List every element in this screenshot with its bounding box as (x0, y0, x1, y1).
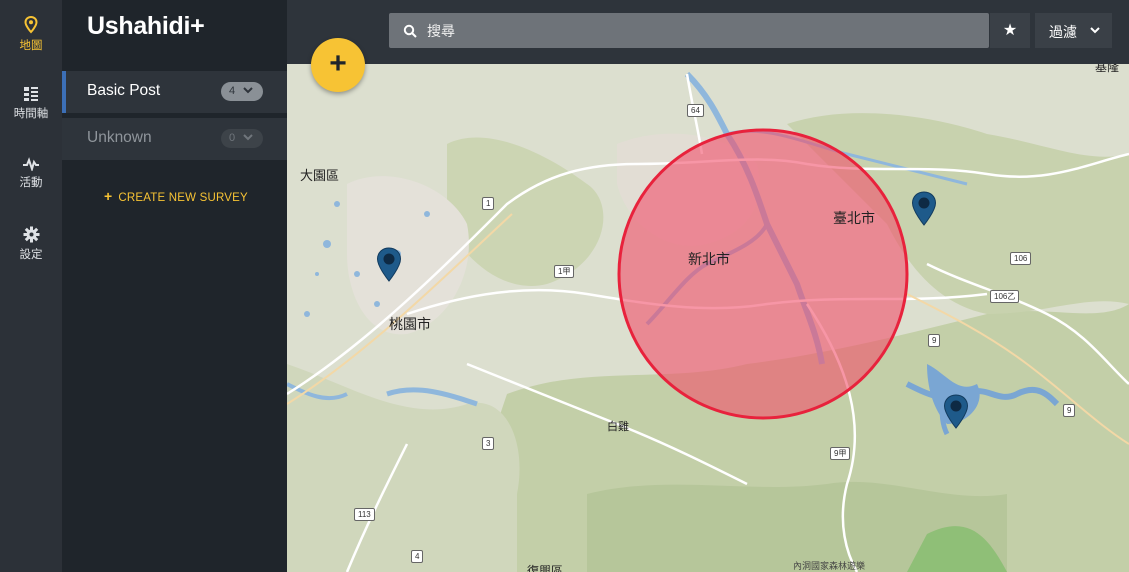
plus-icon: + (104, 188, 113, 204)
route-shield: 106乙 (990, 290, 1020, 303)
add-post-button[interactable]: + (311, 38, 365, 92)
top-bar: ★ 過濾 (287, 0, 1129, 64)
rail-label-settings: 設定 (19, 249, 43, 261)
survey-panel: Ushahidi+ Basic Post 4 Unknown 0 + CREATE… (62, 0, 287, 572)
icon-rail: 地圖 時間軸 活動 設定 (0, 0, 62, 572)
rail-label-map: 地圖 (19, 40, 43, 52)
chevron-down-icon (243, 87, 253, 94)
route-shield: 9 (1063, 404, 1076, 417)
survey-count-badge[interactable]: 0 (221, 129, 263, 148)
activity-icon (23, 157, 39, 171)
create-survey-link[interactable]: + CREATE NEW SURVEY (104, 188, 248, 204)
place-label: 大園區 (300, 168, 340, 183)
rail-label-activity: 活動 (19, 177, 43, 189)
place-label: 內洞國家森林遊樂 (793, 561, 866, 571)
route-shield: 9 (928, 334, 941, 347)
rail-item-map[interactable]: 地圖 (0, 16, 62, 53)
filter-button[interactable]: 過濾 (1035, 13, 1112, 48)
place-label: 復興區 (527, 564, 564, 572)
route-shield: 64 (687, 104, 704, 117)
route-shield: 4 (411, 550, 424, 563)
search-box (389, 13, 989, 48)
survey-item-unknown[interactable]: Unknown 0 (62, 118, 287, 160)
route-shield: 3 (482, 437, 495, 450)
create-survey-label: CREATE NEW SURVEY (118, 192, 248, 204)
place-label: 新北市 (688, 251, 730, 267)
survey-count: 4 (229, 85, 236, 97)
map-marker-icon[interactable] (376, 247, 402, 283)
route-shield: 106 (1010, 252, 1032, 265)
route-shield: 9甲 (830, 447, 851, 460)
survey-label: Basic Post (87, 82, 161, 99)
survey-label: Unknown (87, 129, 152, 146)
app-title: Ushahidi+ (87, 12, 205, 40)
place-label: 基隆 (1095, 64, 1120, 74)
plus-icon: + (329, 47, 347, 80)
route-shield: 1 (482, 197, 495, 210)
map-marker-icon[interactable] (943, 394, 969, 430)
timeline-icon (24, 87, 38, 101)
survey-item-basic-post[interactable]: Basic Post 4 (62, 71, 287, 113)
map-pin-icon (24, 16, 38, 34)
survey-count-badge[interactable]: 4 (221, 82, 263, 101)
chevron-down-icon (243, 134, 253, 141)
gear-icon (23, 226, 39, 243)
route-shield: 113 (354, 508, 375, 521)
search-input[interactable] (427, 13, 967, 48)
rail-item-activity[interactable]: 活動 (0, 157, 62, 190)
survey-count: 0 (229, 132, 236, 144)
search-area-circle (617, 128, 909, 420)
place-label: 臺北市 (833, 210, 875, 226)
rail-label-timeline: 時間軸 (13, 108, 49, 120)
map-marker-icon[interactable] (911, 191, 937, 227)
place-label: 白雞 (607, 421, 629, 433)
route-shield: 1甲 (554, 265, 575, 278)
filter-label: 過濾 (1049, 24, 1077, 40)
rail-item-settings[interactable]: 設定 (0, 226, 62, 262)
map-view[interactable]: 大園區 桃園市 新北市 臺北市 白雞 基隆 復興區 內洞國家森林遊樂 64 1 … (287, 64, 1129, 572)
rail-item-timeline[interactable]: 時間軸 (0, 86, 62, 121)
place-label: 桃園市 (389, 316, 431, 332)
search-icon (403, 24, 417, 38)
saved-search-button[interactable]: ★ (990, 13, 1030, 48)
chevron-down-icon (1090, 27, 1100, 34)
